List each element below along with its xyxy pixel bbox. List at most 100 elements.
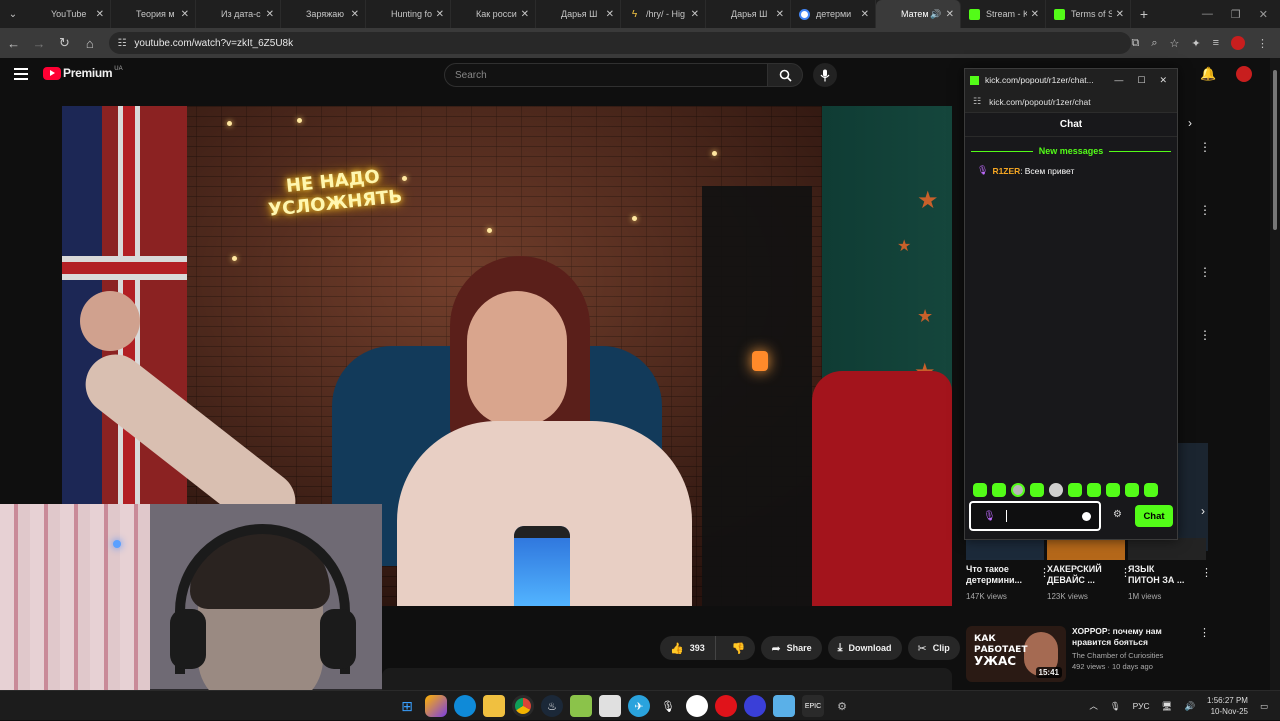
chrome-icon[interactable] (512, 695, 534, 717)
input-language[interactable]: РУС (1133, 701, 1150, 711)
voice-search-button[interactable] (813, 63, 837, 87)
emote-icon[interactable] (973, 483, 987, 497)
chat-settings-gear-icon[interactable]: ⚙ (1113, 509, 1122, 520)
close-tab-icon[interactable]: ✕ (521, 9, 529, 20)
new-tab-button[interactable]: + (1131, 6, 1157, 22)
emote-icon[interactable] (992, 483, 1006, 497)
kebab-menu-icon[interactable]: ⋮ (1199, 265, 1211, 279)
close-tab-icon[interactable]: ✕ (351, 9, 359, 20)
clip-button[interactable]: ✂ Clip (907, 636, 960, 660)
url-text[interactable]: youtube.com/watch?v=zkIt_6Z5U8k (134, 38, 293, 49)
opera-icon[interactable] (715, 695, 737, 717)
maximize-icon[interactable]: ❐ (1231, 8, 1241, 21)
recommendation-thumb-partial[interactable] (1178, 443, 1208, 551)
short-item[interactable]: ХАКЕРСКИЙ ДЕВАЙС ... 123K views ⋮ (1047, 564, 1131, 601)
media-control-icon[interactable]: ≡ (1213, 37, 1219, 49)
site-info-icon[interactable]: ☷ (117, 38, 126, 49)
short-thumb[interactable] (1128, 538, 1206, 560)
bookmark-star-icon[interactable]: ☆ (1170, 37, 1180, 50)
share-button[interactable]: ➦ Share (761, 636, 822, 660)
description-box[interactable] (382, 668, 952, 690)
steam-icon[interactable]: ♨ (541, 695, 563, 717)
close-tab-icon[interactable]: ✕ (436, 9, 444, 20)
tray-overflow-chevron-icon[interactable]: ︿ (1089, 700, 1098, 712)
scrollbar-thumb[interactable] (1273, 70, 1277, 230)
shorts-next-chevron-icon[interactable]: › (1201, 504, 1205, 518)
minimize-icon[interactable]: — (1114, 75, 1123, 86)
taskbar-clock[interactable]: 1:56:27 PM 10-Nov-25 (1207, 695, 1248, 717)
kebab-menu-icon[interactable]: ⋮ (1199, 203, 1211, 217)
short-item[interactable]: Что такое детермини... 147K views ⋮ (966, 564, 1050, 601)
browser-menu-icon[interactable]: ⋮ (1257, 37, 1268, 50)
epic-games-icon[interactable]: EPIC (802, 695, 824, 717)
browser-tab[interactable]: Заряжаю ✕ (281, 0, 366, 78)
tab-audio-icon[interactable]: 🔊 (930, 9, 941, 20)
browser-tab[interactable]: Hunting fo ✕ (366, 0, 451, 78)
home-icon[interactable]: ⌂ (78, 31, 101, 55)
browser-tab[interactable]: Terms of S ✕ (1046, 0, 1131, 28)
copilot-icon[interactable] (425, 695, 447, 717)
close-icon[interactable]: ✕ (1159, 75, 1167, 86)
close-tab-icon[interactable]: ✕ (1116, 9, 1124, 20)
omnibox[interactable]: ☷ youtube.com/watch?v=zkIt_6Z5U8k (109, 32, 1132, 54)
volume-icon[interactable]: 🔊 (1184, 701, 1195, 712)
hamburger-menu-icon[interactable] (14, 68, 28, 80)
tray-microphone-icon[interactable]: 🎙 (1110, 701, 1121, 712)
emote-icon[interactable] (1011, 483, 1025, 497)
kebab-menu-icon[interactable]: ⋮ (1201, 566, 1212, 579)
dislike-button[interactable]: 👎 (722, 636, 756, 660)
page-scrollbar[interactable] (1270, 58, 1280, 690)
chat-username[interactable]: R1ZER (992, 166, 1020, 176)
emote-icon[interactable] (1106, 483, 1120, 497)
chat-message-input[interactable]: 🎙 (969, 501, 1101, 531)
yt-account-avatar[interactable] (1236, 66, 1252, 82)
emote-icon[interactable] (1030, 483, 1044, 497)
browser-tab[interactable]: ϟ/hry/ - Hig ✕ (621, 0, 706, 28)
settings-app-icon[interactable]: ⚙ (831, 695, 853, 717)
close-tab-icon[interactable]: ✕ (946, 9, 954, 20)
browser-tab[interactable]: Как росси ✕ (451, 0, 536, 78)
browser-tab[interactable]: детерми ✕ (791, 0, 876, 28)
send-chat-button[interactable]: Chat (1135, 505, 1173, 527)
emoji-picker-icon[interactable] (1082, 511, 1091, 521)
reload-icon[interactable]: ↻ (53, 31, 76, 55)
notifications-icon[interactable]: ▭ (1260, 701, 1268, 712)
browser-tab[interactable]: YouTube ✕ (26, 0, 111, 78)
windows-start-icon[interactable]: ⊞ (396, 695, 418, 717)
extensions-icon[interactable]: ✦ (1191, 37, 1200, 50)
browser-tab[interactable]: Теория м ✕ (111, 0, 196, 78)
forward-icon[interactable]: → (27, 31, 50, 55)
download-button[interactable]: ⤓ Download (827, 636, 902, 660)
close-tab-icon[interactable]: ✕ (776, 9, 784, 20)
file-explorer-icon[interactable] (483, 695, 505, 717)
notepadpp-icon[interactable] (570, 695, 592, 717)
app-icon[interactable] (744, 695, 766, 717)
close-tab-icon[interactable]: ✕ (96, 9, 104, 20)
recommendation-title[interactable]: ХОРРОР: почему нам нравится бояться (1072, 626, 1196, 648)
kebab-menu-icon[interactable]: ⋮ (1199, 626, 1210, 639)
close-tab-icon[interactable]: ✕ (181, 9, 189, 20)
snipping-tool-icon[interactable] (773, 695, 795, 717)
close-tab-icon[interactable]: ✕ (1031, 9, 1039, 20)
recommendation-channel[interactable]: The Chamber of Curiosities (1072, 651, 1196, 660)
recommendation-thumbnail[interactable]: КАК РАБОТАЕТ УЖАС 15:41 (966, 626, 1066, 682)
emote-icon[interactable] (1049, 483, 1063, 497)
telegram-icon[interactable]: ✈ (628, 695, 650, 717)
install-app-icon[interactable]: ⧉ (1131, 37, 1139, 50)
edge-icon[interactable] (454, 695, 476, 717)
emote-icon[interactable] (1068, 483, 1082, 497)
emote-icon[interactable] (1087, 483, 1101, 497)
browser-tab[interactable]: Дарья Ш ✕ (536, 0, 621, 78)
close-tab-icon[interactable]: ✕ (266, 9, 274, 20)
browser-tab[interactable]: Stream - K ✕ (961, 0, 1046, 28)
recommendation-item[interactable]: КАК РАБОТАЕТ УЖАС 15:41 ХОРРОР: почему н… (966, 626, 1210, 682)
tab-search-icon[interactable]: ⌄ (0, 0, 26, 28)
close-tab-icon[interactable]: ✕ (861, 9, 869, 20)
zoom-icon[interactable]: ⌕ (1151, 37, 1157, 50)
emote-icon[interactable] (1144, 483, 1158, 497)
site-info-icon[interactable]: ☷ (973, 96, 981, 107)
profile-avatar[interactable] (1231, 36, 1246, 50)
browser-tab[interactable]: Из дата-с ✕ (196, 0, 281, 78)
browser-tab[interactable]: Матем 🔊 ✕ (876, 0, 961, 78)
minimize-icon[interactable]: — (1202, 8, 1213, 20)
